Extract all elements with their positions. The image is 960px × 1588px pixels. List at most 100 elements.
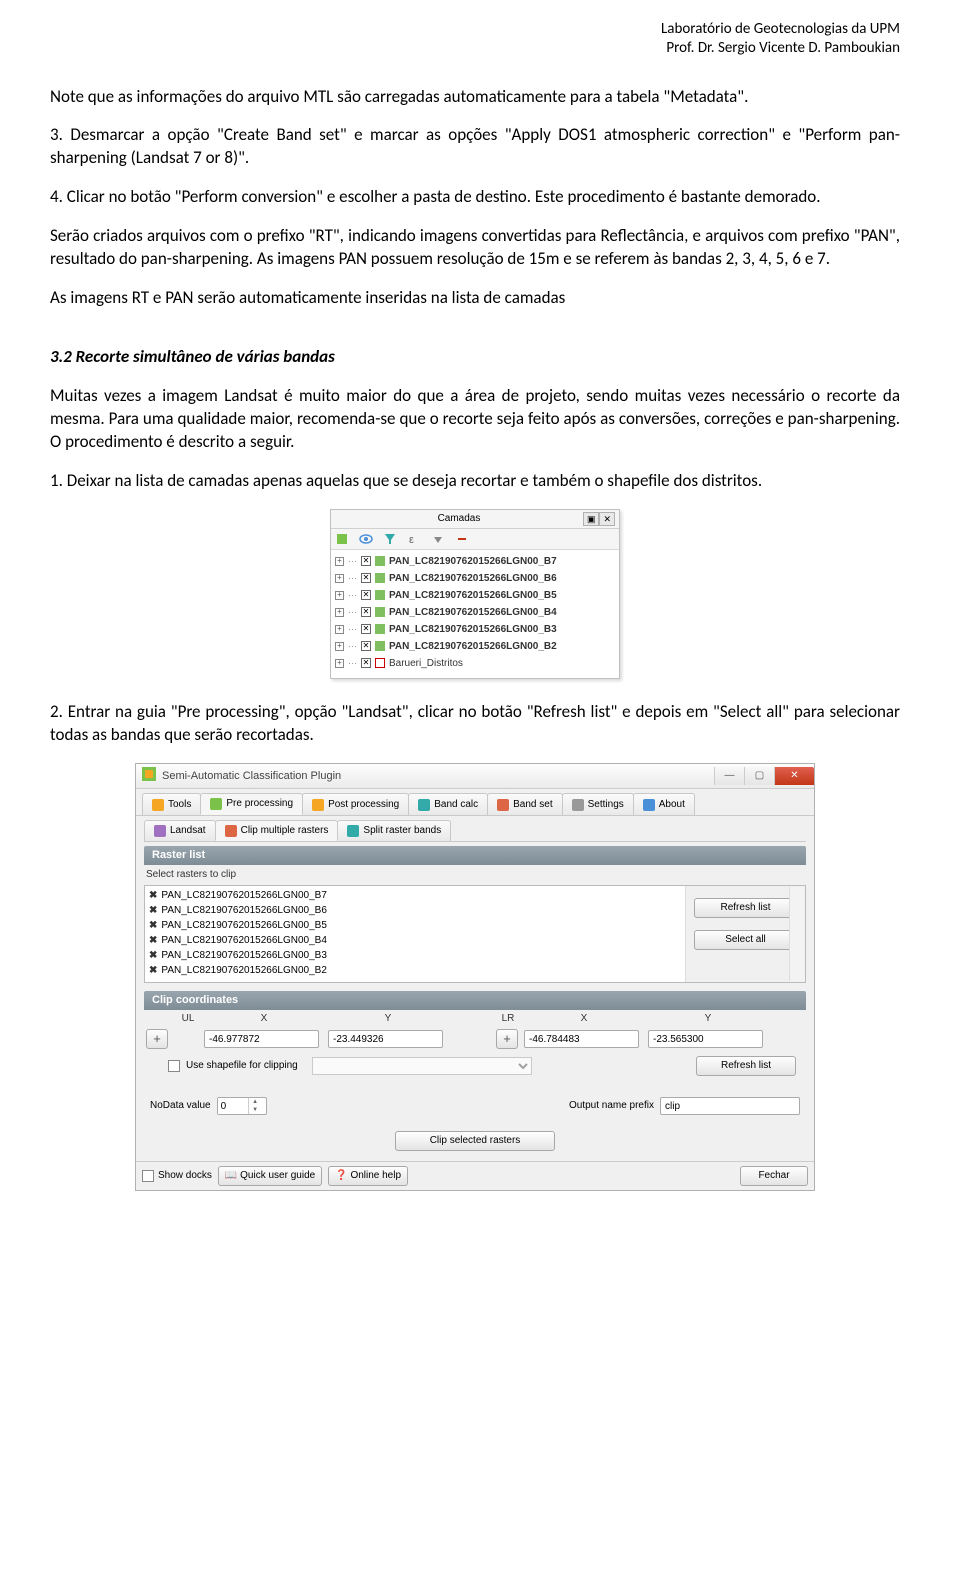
shapefile-select[interactable] <box>312 1057 532 1075</box>
add-layer-icon[interactable] <box>335 532 349 546</box>
refresh-list-button[interactable]: Refresh list <box>694 898 797 918</box>
tab-about[interactable]: About <box>633 793 695 815</box>
tab-settings[interactable]: Settings <box>562 793 634 815</box>
spinner-up-icon[interactable]: ▲ <box>249 1098 262 1106</box>
ul-x-input[interactable] <box>204 1030 319 1048</box>
layer-row[interactable]: +⋯✕Barueri_Distritos <box>333 655 617 672</box>
layer-row[interactable]: +⋯✕PAN_LC82190762015266LGN00_B2 <box>333 638 617 655</box>
close-button[interactable]: Fechar <box>740 1166 808 1186</box>
lr-y-input[interactable] <box>648 1030 763 1048</box>
checkbox[interactable]: ✕ <box>361 641 371 651</box>
section-heading: 3.2 Recorte simultâneo de várias bandas <box>50 346 900 369</box>
shapefile-clip-checkbox[interactable] <box>168 1060 180 1072</box>
expression-icon[interactable]: ε <box>407 532 421 546</box>
paragraph: As imagens RT e PAN serão automaticament… <box>50 287 900 310</box>
scrollbar[interactable] <box>789 887 804 981</box>
raster-item[interactable]: ✖PAN_LC82190762015266LGN00_B2 <box>149 963 681 978</box>
raster-item[interactable]: ✖PAN_LC82190762015266LGN00_B4 <box>149 933 681 948</box>
minimize-button[interactable]: — <box>714 767 744 785</box>
undock-icon[interactable]: ▣ <box>583 512 600 526</box>
tab-label: Settings <box>588 798 624 812</box>
paragraph: 3. Desmarcar a opção "Create Band set" e… <box>50 124 900 170</box>
ul-y-input[interactable] <box>328 1030 443 1048</box>
tab-band-set[interactable]: Band set <box>487 793 562 815</box>
raster-item[interactable]: ✖PAN_LC82190762015266LGN00_B3 <box>149 948 681 963</box>
close-icon[interactable]: ✕ <box>599 512 615 526</box>
close-button[interactable]: ✕ <box>774 767 814 785</box>
subtab-landsat[interactable]: Landsat <box>144 820 216 842</box>
layer-row[interactable]: +⋯✕PAN_LC82190762015266LGN00_B6 <box>333 570 617 587</box>
filter-icon[interactable] <box>383 532 397 546</box>
expand-icon[interactable]: + <box>335 642 344 651</box>
x-icon: ✖ <box>149 948 157 963</box>
checkbox[interactable]: ✕ <box>361 573 371 583</box>
layer-row[interactable]: +⋯✕PAN_LC82190762015266LGN00_B3 <box>333 621 617 638</box>
checkbox[interactable]: ✕ <box>361 658 371 668</box>
gear-icon <box>572 799 584 811</box>
tab-label: Landsat <box>170 824 206 838</box>
button-label: Quick user guide <box>240 1170 315 1181</box>
raster-name: PAN_LC82190762015266LGN00_B6 <box>161 903 327 918</box>
show-docks-checkbox[interactable] <box>142 1170 154 1182</box>
tab-band-calc[interactable]: Band calc <box>408 793 488 815</box>
tab-pre-processing[interactable]: Pre processing <box>200 793 303 815</box>
x-icon: ✖ <box>149 918 157 933</box>
subtab-clip-rasters[interactable]: Clip multiple rasters <box>215 820 339 842</box>
subtab-split-bands[interactable]: Split raster bands <box>337 820 451 842</box>
output-prefix-input[interactable] <box>660 1097 800 1115</box>
maximize-button[interactable]: ▢ <box>744 767 774 785</box>
online-help-button[interactable]: ❓ Online help <box>328 1166 408 1186</box>
pick-lr-button[interactable]: + <box>496 1029 518 1049</box>
app-icon <box>142 767 156 786</box>
select-all-button[interactable]: Select all <box>694 930 797 950</box>
lr-x-input[interactable] <box>524 1030 639 1048</box>
lr-label: LR <box>496 1012 520 1026</box>
checkbox[interactable]: ✕ <box>361 624 371 634</box>
tab-tools[interactable]: Tools <box>142 793 201 815</box>
layers-panel: Camadas ▣ ✕ ε +⋯✕PAN_LC82190762015266LGN… <box>330 509 620 679</box>
layer-row[interactable]: +⋯✕PAN_LC82190762015266LGN00_B7 <box>333 553 617 570</box>
raster-list[interactable]: ✖PAN_LC82190762015266LGN00_B7 ✖PAN_LC821… <box>145 886 685 982</box>
eye-icon[interactable] <box>359 532 373 546</box>
layer-row[interactable]: +⋯✕PAN_LC82190762015266LGN00_B5 <box>333 587 617 604</box>
expand-icon[interactable]: + <box>335 591 344 600</box>
pick-ul-button[interactable]: + <box>146 1029 168 1049</box>
raster-item[interactable]: ✖PAN_LC82190762015266LGN00_B6 <box>149 903 681 918</box>
quick-guide-button[interactable]: 📖 Quick user guide <box>218 1166 322 1186</box>
layer-name: PAN_LC82190762015266LGN00_B6 <box>389 570 557 587</box>
expand-icon[interactable]: + <box>335 625 344 634</box>
remove-layer-icon[interactable] <box>455 532 469 546</box>
clip-icon <box>225 825 237 837</box>
arrow-right-icon <box>312 799 324 811</box>
sub-tabs: Landsat Clip multiple rasters Split rast… <box>144 820 806 843</box>
expand-icon[interactable]: + <box>335 557 344 566</box>
paragraph: Serão criados arquivos com o prefixo "RT… <box>50 225 900 271</box>
checkbox[interactable]: ✕ <box>361 556 371 566</box>
tab-label: Split raster bands <box>363 824 441 838</box>
split-icon <box>347 825 359 837</box>
tab-post-processing[interactable]: Post processing <box>302 793 409 815</box>
clip-selected-button[interactable]: Clip selected rasters <box>395 1131 555 1151</box>
expand-icon[interactable]: + <box>335 608 344 617</box>
nodata-input[interactable] <box>218 1098 248 1114</box>
layers-toolbar: ε <box>331 529 619 550</box>
expand-icon[interactable]: + <box>335 574 344 583</box>
coord-grid: UL X Y LR X Y + + <box>144 1010 806 1052</box>
window-controls: — ▢ ✕ <box>714 767 814 785</box>
collapse-icon[interactable] <box>431 532 445 546</box>
expand-icon[interactable]: + <box>335 659 344 668</box>
layer-row[interactable]: +⋯✕PAN_LC82190762015266LGN00_B4 <box>333 604 617 621</box>
info-icon <box>643 799 655 811</box>
spinner-down-icon[interactable]: ▼ <box>249 1106 262 1114</box>
clip-coordinates-header: Clip coordinates <box>144 991 806 1010</box>
refresh-list-button-2[interactable]: Refresh list <box>696 1056 796 1076</box>
tab-label: Tools <box>168 798 191 812</box>
raster-item[interactable]: ✖PAN_LC82190762015266LGN00_B5 <box>149 918 681 933</box>
checkbox[interactable]: ✕ <box>361 607 371 617</box>
checkbox[interactable]: ✕ <box>361 590 371 600</box>
raster-item[interactable]: ✖PAN_LC82190762015266LGN00_B7 <box>149 888 681 903</box>
raster-list-box: ✖PAN_LC82190762015266LGN00_B7 ✖PAN_LC821… <box>144 885 806 983</box>
nodata-spinner[interactable]: ▲▼ <box>217 1097 267 1115</box>
raster-icon <box>375 590 385 600</box>
layers-panel-titlebar: Camadas ▣ ✕ <box>331 510 619 529</box>
